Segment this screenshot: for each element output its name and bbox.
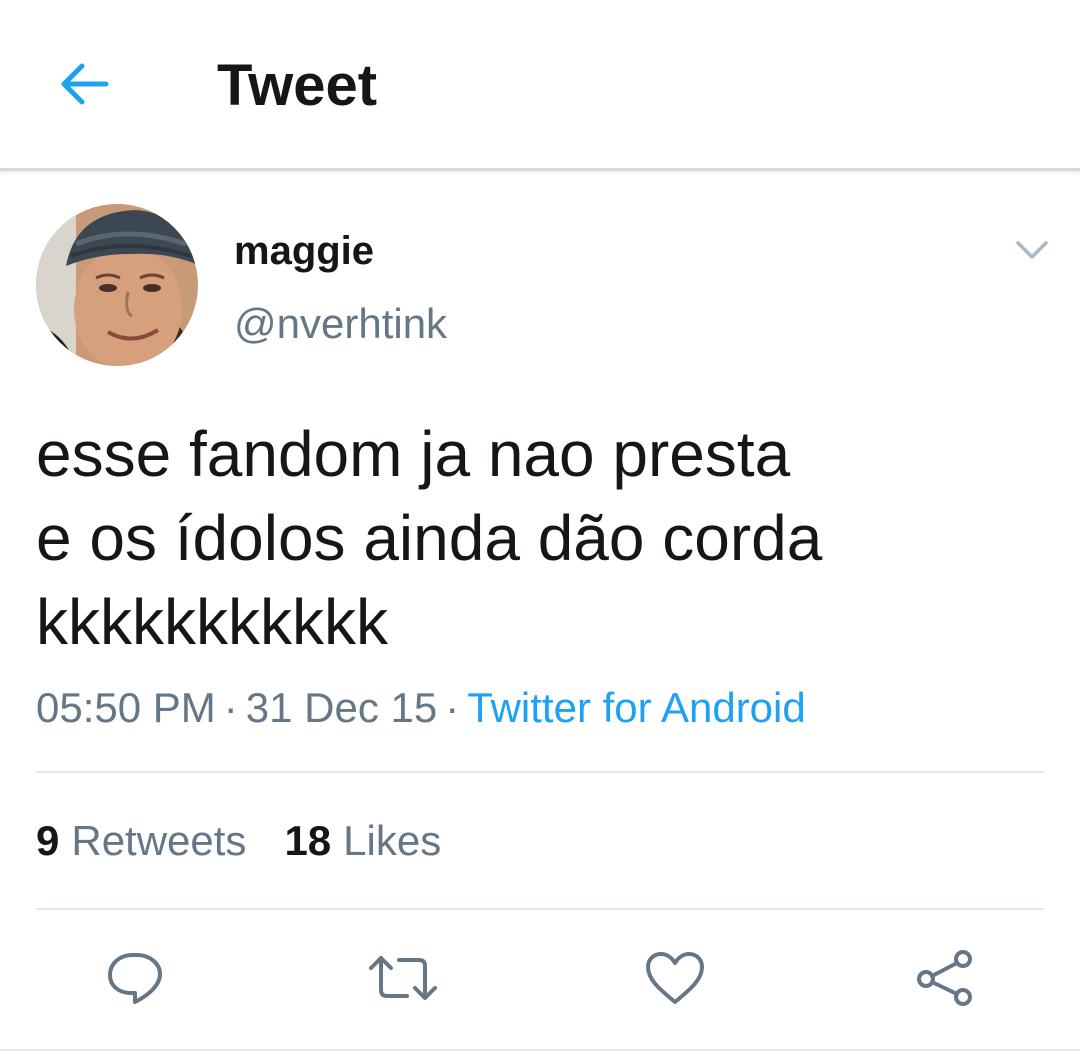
arrow-left-icon: [61, 63, 109, 105]
share-icon: [917, 950, 972, 1006]
author-handle[interactable]: @nverhtink: [234, 300, 447, 348]
likes-count: 18: [284, 817, 332, 864]
app-bar: Tweet: [0, 0, 1080, 171]
page-title: Tweet: [217, 53, 378, 118]
author-display-name[interactable]: maggie: [234, 228, 374, 274]
back-button[interactable]: [52, 52, 116, 116]
avatar[interactable]: [36, 204, 198, 366]
share-button[interactable]: [909, 942, 981, 1014]
tweet-menu-button[interactable]: [1008, 226, 1056, 274]
retweets-label: Retweets: [71, 817, 247, 864]
likes-label: Likes: [343, 817, 442, 864]
tweet-text: esse fandom ja nao presta e os ídolos ai…: [36, 412, 1036, 664]
divider: [36, 908, 1044, 910]
retweet-icon: [369, 956, 437, 1000]
tweet-meta: 05:50 PM · 31 Dec 15 · Twitter for Android: [36, 683, 806, 733]
like-icon: [646, 952, 704, 1004]
tweet-text-line: e os ídolos ainda dão corda: [36, 502, 823, 574]
tweet-source-link[interactable]: Twitter for Android: [467, 684, 805, 731]
tweet-text-line: esse fandom ja nao presta: [36, 418, 791, 490]
like-button[interactable]: [639, 942, 711, 1014]
retweets-count: 9: [36, 817, 60, 864]
user-avatar-icon: [36, 204, 198, 366]
reply-button[interactable]: [99, 942, 171, 1014]
tweet-date: 31 Dec 15: [245, 684, 438, 731]
retweet-button[interactable]: [367, 942, 439, 1014]
meta-separator: ·: [223, 684, 238, 731]
retweets-stat[interactable]: 9 Retweets: [36, 816, 246, 866]
tweet-stats: 9 Retweets 18 Likes: [36, 816, 441, 866]
chevron-down-icon: [1016, 241, 1048, 259]
divider: [36, 771, 1044, 773]
meta-separator: ·: [445, 684, 460, 731]
divider: [0, 1049, 1080, 1051]
tweet-text-line: kkkkkkkkkkk: [36, 586, 388, 658]
reply-icon: [108, 953, 162, 1004]
tweet-time: 05:50 PM: [36, 684, 216, 731]
likes-stat[interactable]: 18 Likes: [284, 816, 441, 866]
